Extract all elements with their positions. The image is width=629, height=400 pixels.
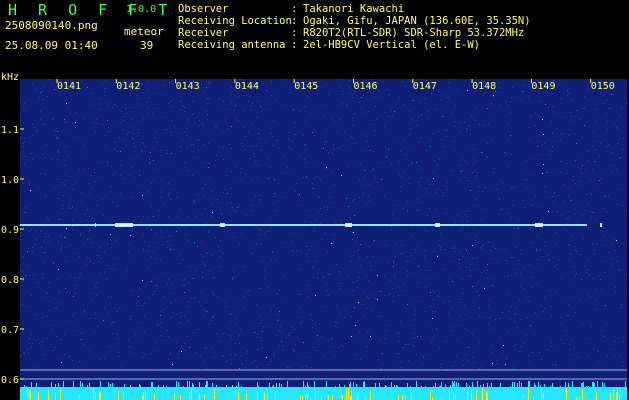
y-axis-label: 0.6 [1, 375, 19, 386]
y-axis-label: 1.1 [1, 125, 19, 136]
x-axis-label: 0143 [176, 81, 200, 92]
x-axis-label: 0141 [57, 81, 81, 92]
y-axis-label: 0.7 [1, 325, 19, 336]
x-axis-label: 0146 [354, 81, 378, 92]
x-axis-label: 0148 [472, 81, 496, 92]
x-axis-label: 0147 [413, 81, 437, 92]
y-axis-label: 0.8 [1, 275, 19, 286]
x-axis-label: 0149 [531, 81, 555, 92]
x-axis-label: 0145 [294, 81, 318, 92]
y-axis-label: 1.0 [1, 175, 19, 186]
x-axis-label: 0144 [235, 81, 259, 92]
x-axis-label: 0150 [591, 81, 615, 92]
y-axis-label: 0.9 [1, 225, 19, 236]
axis-overlay: 1.1 1.0 0.9 0.8 0.7 0.6 0141 0142 0143 0144 0145 01… [1, 79, 615, 386]
x-axis-label: 0142 [116, 81, 140, 92]
